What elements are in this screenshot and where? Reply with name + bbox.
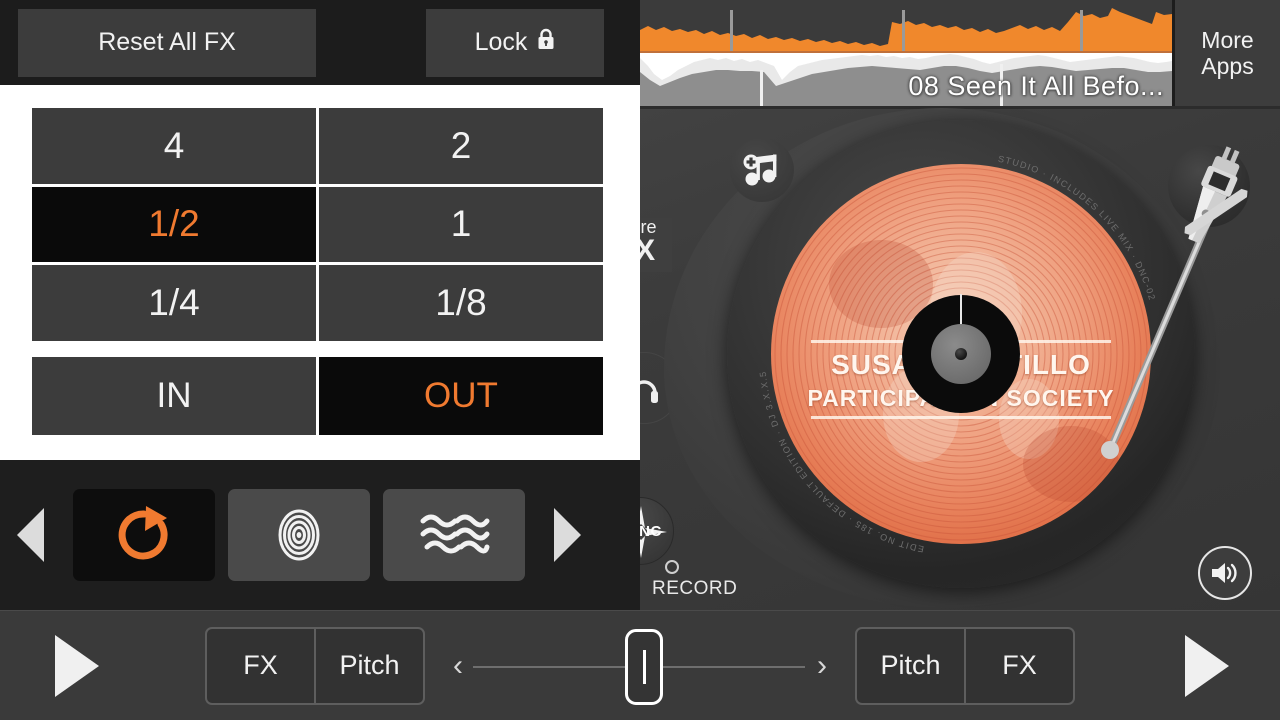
fx-panel-header: Reset All FX Lock — [0, 0, 640, 85]
left-pitch-label: Pitch — [339, 650, 400, 680]
add-music-button[interactable] — [730, 138, 794, 202]
fx-selector-row — [0, 460, 640, 610]
vinyl-position-marker — [960, 294, 962, 328]
fx-prev-button[interactable] — [0, 460, 60, 610]
transport-bar: FX Pitch ‹ › Pitch FX — [0, 610, 1280, 720]
waveform-display[interactable]: 08 Seen It All Befo... — [640, 0, 1172, 106]
crossfader-left-chevron[interactable]: ‹ — [453, 649, 463, 683]
right-pitch-tab[interactable]: Pitch — [857, 629, 964, 703]
left-mode-segment: FX Pitch — [205, 626, 425, 705]
beat-cell-0[interactable]: 4 — [32, 108, 316, 184]
right-mode-segment: Pitch FX — [855, 626, 1075, 705]
right-pitch-label: Pitch — [880, 650, 941, 680]
record-indicator[interactable] — [665, 560, 679, 574]
volume-button[interactable] — [1198, 546, 1252, 600]
add-music-note-icon — [743, 154, 777, 186]
reset-all-fx-label: Reset All FX — [98, 28, 236, 56]
beat-cell-label-2: 1/2 — [148, 203, 200, 245]
fx-next-button[interactable] — [537, 460, 597, 610]
right-fx-tab[interactable]: FX — [964, 628, 1073, 703]
play-button-right[interactable] — [1185, 634, 1229, 697]
beat-cell-label-3: 1 — [450, 203, 472, 245]
fx-slot-echo[interactable] — [228, 489, 370, 581]
track-title: 08 Seen It All Befo... — [908, 71, 1164, 101]
crossfader-right-chevron[interactable]: › — [817, 649, 827, 683]
in-out-toggle-group: IN OUT — [32, 357, 603, 435]
speaker-volume-icon — [1212, 563, 1237, 583]
beat-cell-2[interactable]: 1/2 — [32, 186, 316, 263]
tonearm[interactable] — [1040, 120, 1280, 480]
loop-repeat-icon — [118, 506, 168, 560]
beat-cell-3[interactable]: 1 — [319, 186, 603, 263]
left-fx-tab[interactable]: FX — [207, 629, 314, 703]
beat-cell-4[interactable]: 1/4 — [32, 265, 316, 341]
fx-out-label: OUT — [424, 376, 498, 415]
fx-slot-filter[interactable] — [383, 489, 525, 581]
wavy-lines-icon — [420, 514, 490, 554]
more-apps-label-line2: Apps — [1201, 53, 1254, 79]
crossfader-knob-tick — [642, 650, 646, 684]
play-button-left[interactable] — [55, 634, 99, 697]
dj-app-screen: 08 Seen It All Befo... More Apps More FX — [0, 0, 1280, 720]
beat-cell-label-1: 2 — [450, 124, 472, 166]
triangle-right-icon — [553, 508, 581, 562]
vinyl-spindle-hole — [955, 348, 967, 360]
beat-cell-label-5: 1/8 — [435, 282, 487, 324]
fx-slot-loop[interactable] — [73, 489, 215, 581]
beat-cell-label-0: 4 — [163, 124, 185, 166]
left-pitch-tab[interactable]: Pitch — [314, 628, 423, 703]
beat-cell-label-4: 1/4 — [148, 282, 200, 324]
crossfader[interactable]: ‹ › — [445, 611, 835, 720]
right-fx-label: FX — [1002, 650, 1037, 680]
more-apps-button[interactable]: More Apps — [1175, 0, 1280, 106]
concentric-circles-icon — [278, 509, 320, 561]
waveform-divider — [640, 51, 1172, 53]
beat-division-grid: 4 2 1/2 1 1/4 1/8 — [32, 108, 603, 341]
crossfader-knob[interactable] — [625, 629, 663, 705]
fx-panel: Reset All FX Lock 4 2 1/2 1 1/4 1/8 IN O… — [0, 0, 640, 610]
fx-out-button[interactable]: OUT — [319, 357, 603, 435]
lock-label: Lock — [474, 28, 528, 56]
record-label: RECORD — [652, 578, 738, 599]
beat-cell-5[interactable]: 1/8 — [319, 265, 603, 341]
reset-all-fx-button[interactable]: Reset All FX — [18, 8, 316, 77]
lock-icon — [537, 28, 555, 57]
more-apps-label-line1: More — [1201, 26, 1254, 53]
fx-in-label: IN — [156, 376, 192, 415]
triangle-left-icon — [16, 508, 44, 562]
fx-in-button[interactable]: IN — [32, 357, 316, 435]
beat-cell-1[interactable]: 2 — [319, 108, 603, 184]
left-fx-label: FX — [243, 650, 278, 680]
lock-button[interactable]: Lock — [426, 8, 604, 77]
fx-panel-body: 4 2 1/2 1 1/4 1/8 IN OUT — [0, 85, 640, 460]
